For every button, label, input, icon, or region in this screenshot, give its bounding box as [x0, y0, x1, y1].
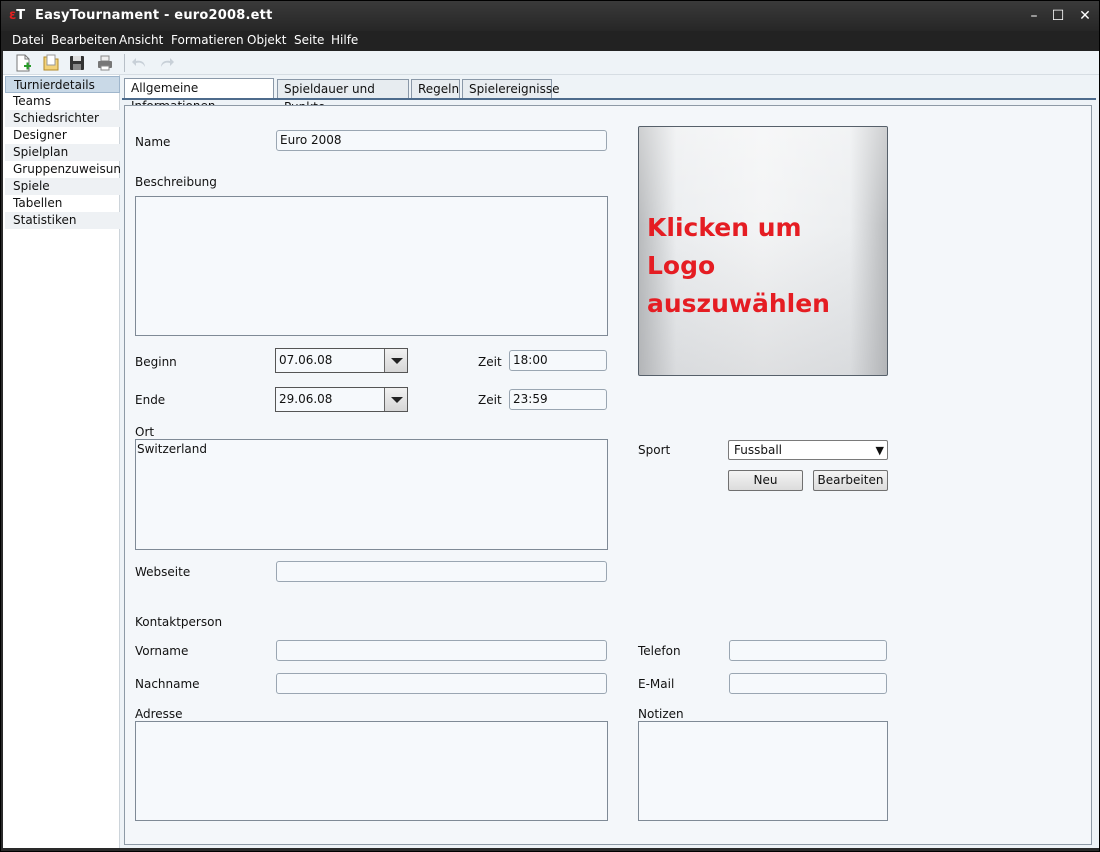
menu-seite[interactable]: Seite	[294, 33, 324, 47]
logo-picker[interactable]: Klicken um Logo auszuwählen	[638, 126, 888, 376]
end-label: Ende	[135, 393, 166, 407]
menu-hilfe[interactable]: Hilfe	[331, 33, 358, 47]
tab-strip-line	[122, 98, 1096, 100]
begin-time-input[interactable]: 18:00	[509, 350, 607, 371]
name-input[interactable]: Euro 2008	[276, 130, 607, 151]
app-logo-icon: εT	[9, 8, 26, 23]
end-date-value: 29.06.08	[279, 392, 333, 406]
begin-label: Beginn	[135, 355, 177, 369]
email-input[interactable]	[729, 673, 887, 694]
menu-ansicht[interactable]: Ansicht	[119, 33, 163, 47]
logo-text-line2: Logo auszuwählen	[647, 251, 830, 318]
phone-label: Telefon	[638, 644, 681, 658]
chevron-down-icon[interactable]	[384, 388, 407, 411]
sidebar-item-gruppenzuweisung[interactable]: Gruppenzuweisung	[5, 161, 129, 178]
sidebar-item-schiedsrichter[interactable]: Schiedsrichter	[5, 110, 120, 127]
description-textarea[interactable]	[135, 196, 608, 336]
firstname-input[interactable]	[276, 640, 607, 661]
website-label: Webseite	[135, 565, 191, 579]
sidebar-nav: Turnierdetails Teams Schiedsrichter Desi…	[3, 75, 129, 848]
name-label: Name	[135, 135, 171, 149]
begin-date-picker[interactable]: 07.06.08	[275, 348, 408, 373]
sport-select[interactable]: Fussball ▼	[728, 440, 888, 460]
undo-icon[interactable]	[129, 53, 149, 73]
tab-spieldauer-und-punkte[interactable]: Spieldauer und Punkte	[277, 79, 409, 114]
logo-text-line1: Klicken um	[647, 213, 802, 242]
edit-sport-button[interactable]: Bearbeiten	[813, 470, 888, 491]
location-label: Ort	[135, 425, 155, 439]
sidebar-item-statistiken[interactable]: Statistiken	[5, 212, 120, 229]
chevron-down-icon: ▼	[875, 444, 884, 457]
menu-objekt[interactable]: Objekt	[247, 33, 286, 47]
email-label: E-Mail	[638, 677, 675, 691]
tab-regeln[interactable]: Regeln	[411, 79, 460, 99]
end-time-input[interactable]: 23:59	[509, 389, 607, 410]
menu-formatieren[interactable]: Formatieren	[171, 33, 244, 47]
end-date-picker[interactable]: 29.06.08	[275, 387, 408, 412]
notes-textarea[interactable]	[638, 721, 888, 821]
sport-label: Sport	[638, 443, 671, 457]
tab-allgemeine-informationen[interactable]: Allgemeine Informationen	[124, 78, 274, 113]
redo-icon[interactable]	[157, 53, 177, 73]
notes-label: Notizen	[638, 707, 684, 721]
sport-select-value: Fussball	[734, 443, 782, 457]
print-icon[interactable]	[95, 53, 115, 73]
location-textarea[interactable]: Switzerland	[135, 439, 608, 550]
chevron-down-icon[interactable]	[384, 349, 407, 372]
website-input[interactable]	[276, 561, 607, 582]
open-icon[interactable]	[41, 53, 61, 73]
firstname-label: Vorname	[135, 644, 189, 658]
menu-datei[interactable]: Datei	[12, 33, 44, 47]
address-textarea[interactable]	[135, 721, 608, 821]
begin-date-value: 07.06.08	[279, 353, 333, 367]
new-document-icon[interactable]	[13, 53, 33, 73]
maximize-icon[interactable]: ☐	[1047, 6, 1069, 26]
toolbar	[3, 51, 1099, 75]
menu-bar: Datei Bearbeiten Ansicht Formatieren Obj…	[1, 31, 1099, 51]
close-icon[interactable]: ✕	[1074, 6, 1096, 26]
sidebar-item-spiele[interactable]: Spiele	[5, 178, 120, 195]
contact-heading: Kontaktperson	[135, 615, 223, 629]
begin-time-label: Zeit	[478, 355, 502, 369]
toolbar-separator	[124, 54, 125, 72]
description-label: Beschreibung	[135, 175, 217, 189]
sidebar-item-turnierdetails[interactable]: Turnierdetails	[5, 76, 120, 93]
logo-placeholder-text: Klicken um Logo auszuwählen	[647, 209, 887, 323]
new-sport-button[interactable]: Neu	[728, 470, 803, 491]
sidebar-item-designer[interactable]: Designer	[5, 127, 120, 144]
tab-spielereignisse[interactable]: Spielereignisse	[462, 79, 560, 99]
menu-bearbeiten[interactable]: Bearbeiten	[51, 33, 117, 47]
app-window: εT EasyTournament - euro2008.ett – ☐ ✕ D…	[0, 0, 1100, 852]
title-bar: εT EasyTournament - euro2008.ett – ☐ ✕	[1, 1, 1099, 31]
save-icon[interactable]	[67, 53, 87, 73]
lastname-input[interactable]	[276, 673, 607, 694]
sidebar-item-teams[interactable]: Teams	[5, 93, 120, 110]
minimize-icon[interactable]: –	[1023, 6, 1045, 26]
address-label: Adresse	[135, 707, 183, 721]
lastname-label: Nachname	[135, 677, 200, 691]
sidebar-item-tabellen[interactable]: Tabellen	[5, 195, 120, 212]
phone-input[interactable]	[729, 640, 887, 661]
window-title: EasyTournament - euro2008.ett	[35, 8, 273, 23]
end-time-label: Zeit	[478, 393, 502, 407]
sidebar-item-spielplan[interactable]: Spielplan	[5, 144, 120, 161]
